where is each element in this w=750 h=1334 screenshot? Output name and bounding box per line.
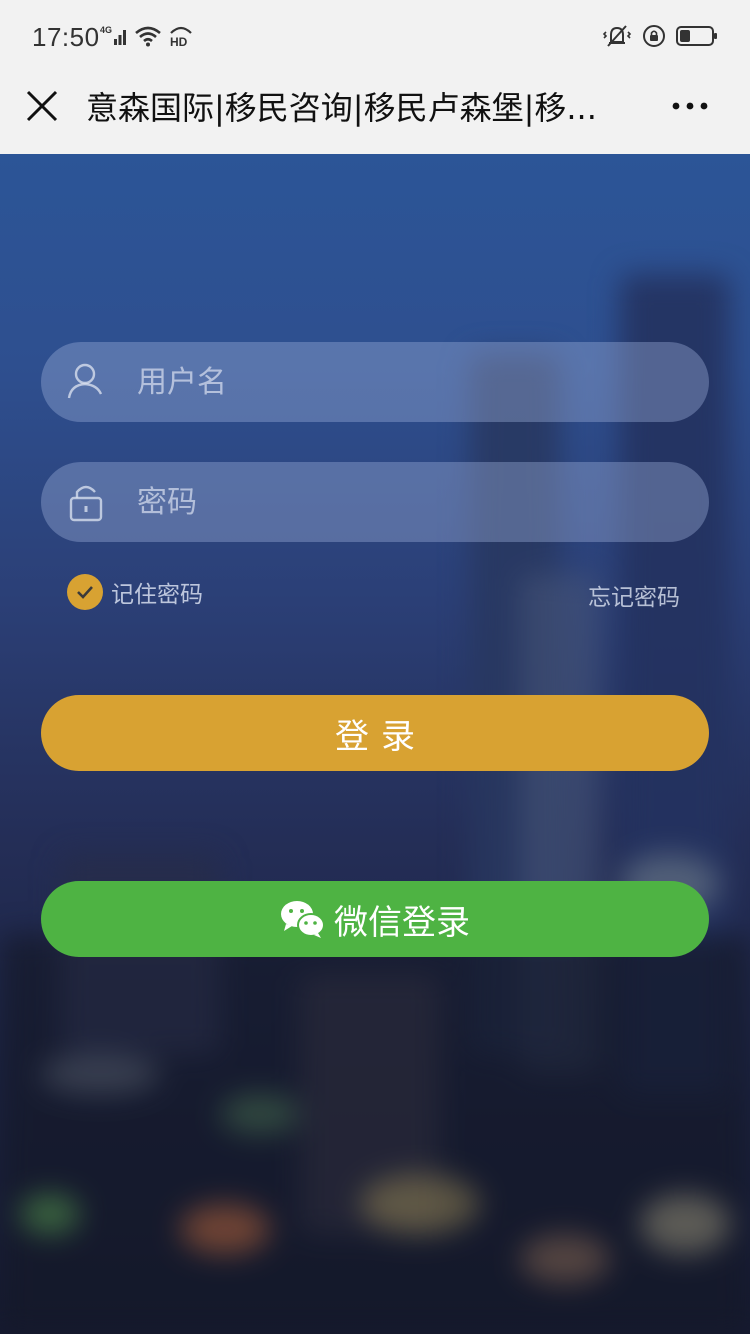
remember-password-checkbox[interactable]: 记住密码 xyxy=(67,574,203,610)
rotation-lock-icon xyxy=(642,24,666,52)
username-input[interactable] xyxy=(137,342,677,422)
battery-icon xyxy=(676,25,718,51)
checkbox-checked[interactable] xyxy=(67,574,103,610)
wechat-icon xyxy=(281,901,325,938)
more-icon xyxy=(672,102,708,110)
wifi-icon xyxy=(134,25,162,51)
signal-icon: 4G xyxy=(100,25,128,51)
wechat-login-label: 微信登录 xyxy=(334,902,470,943)
username-field[interactable] xyxy=(41,342,709,422)
title-bar: 意森国际|移民咨询|移民卢森堡|移... xyxy=(0,76,750,154)
close-button[interactable] xyxy=(22,86,62,126)
network-label: 4G xyxy=(100,25,112,35)
status-time: 17:50 xyxy=(32,22,100,52)
remember-password-label: 记住密码 xyxy=(111,582,203,608)
hd-label: HD xyxy=(170,35,188,48)
checkmark-icon xyxy=(77,586,93,599)
login-page: 17:50 4G HD 意森国际|移民咨询|移民卢森堡|移... 用户名 记住密… xyxy=(0,0,750,1334)
login-button[interactable]: 登录 xyxy=(41,695,709,771)
page-title: 意森国际|移民咨询|移民卢森堡|移... xyxy=(86,89,597,127)
close-icon xyxy=(26,90,58,122)
login-button-label: 登录 xyxy=(335,716,427,757)
status-left-icons: 4G HD xyxy=(100,24,194,52)
forgot-password-link[interactable]: 忘记密码 xyxy=(588,578,680,612)
password-field[interactable] xyxy=(41,462,709,542)
wechat-login-button[interactable]: 微信登录 xyxy=(41,881,709,957)
hd-icon: HD xyxy=(168,24,194,52)
more-button[interactable] xyxy=(670,94,710,118)
status-right-icons xyxy=(602,24,718,52)
password-input[interactable] xyxy=(137,462,677,542)
user-icon xyxy=(67,363,103,399)
lock-icon xyxy=(69,485,103,522)
vibrate-icon xyxy=(602,24,632,52)
status-bar: 17:50 4G HD xyxy=(0,0,750,76)
